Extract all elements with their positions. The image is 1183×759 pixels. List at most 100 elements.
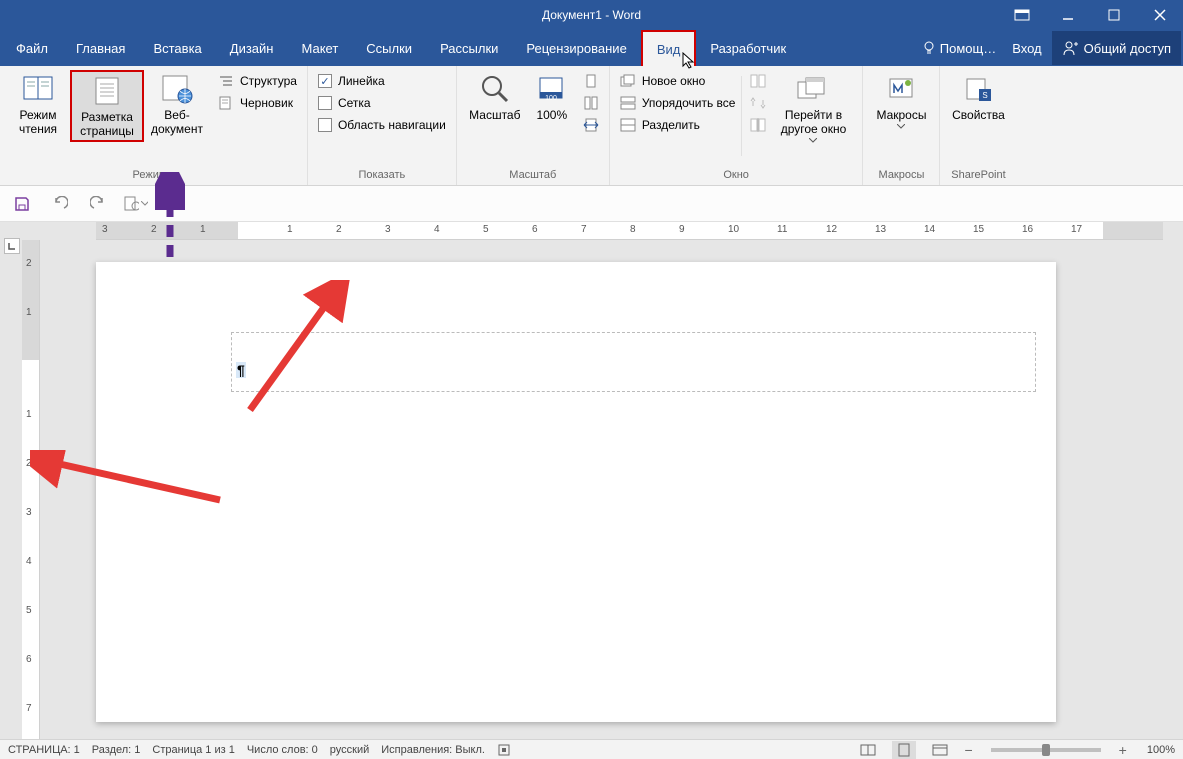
document-page[interactable]: ¶ bbox=[96, 262, 1056, 722]
tell-me-box[interactable]: Помощ… bbox=[916, 41, 1002, 56]
minimize-button[interactable] bbox=[1045, 0, 1091, 30]
group-macros: Макросы Макросы bbox=[863, 66, 940, 185]
side-by-side-button[interactable] bbox=[746, 70, 770, 92]
hundred-percent-button[interactable]: 100 100% bbox=[527, 70, 577, 124]
arrange-icon bbox=[620, 95, 636, 111]
redo-button[interactable] bbox=[86, 192, 110, 216]
multi-page-button[interactable] bbox=[579, 92, 603, 114]
tab-insert[interactable]: Вставка bbox=[139, 30, 215, 66]
paragraph-mark: ¶ bbox=[236, 362, 246, 378]
tab-view-label: Вид bbox=[657, 42, 681, 57]
qat-customize-button[interactable] bbox=[124, 192, 148, 216]
switch-windows-label: Перейти в другое окно bbox=[772, 108, 854, 136]
web-layout-button[interactable]: Веб-документ bbox=[144, 70, 210, 138]
web-layout-view[interactable] bbox=[928, 741, 952, 759]
status-track-changes[interactable]: Исправления: Выкл. bbox=[381, 744, 485, 756]
checkbox-icon bbox=[318, 118, 332, 132]
person-plus-icon bbox=[1062, 40, 1078, 56]
print-layout-button[interactable]: Разметка страницы bbox=[70, 70, 144, 142]
sharepoint-group-label: SharePoint bbox=[946, 167, 1010, 183]
share-button[interactable]: Общий доступ bbox=[1052, 31, 1181, 65]
zoom-slider[interactable] bbox=[991, 748, 1101, 752]
zoom-group-label: Масштаб bbox=[463, 167, 603, 183]
zoom-level[interactable]: 100% bbox=[1147, 744, 1175, 756]
lightbulb-icon bbox=[922, 41, 936, 55]
web-layout-label: Веб-документ bbox=[146, 108, 208, 136]
status-words[interactable]: Число слов: 0 bbox=[247, 744, 318, 756]
tab-design[interactable]: Дизайн bbox=[216, 30, 288, 66]
status-language[interactable]: русский bbox=[330, 744, 369, 756]
read-mode-button[interactable]: Режим чтения bbox=[6, 70, 70, 138]
split-button[interactable]: Разделить bbox=[616, 114, 740, 136]
side-by-side-icon bbox=[750, 73, 766, 89]
header-area[interactable] bbox=[231, 332, 1036, 392]
tab-selector[interactable] bbox=[4, 238, 20, 254]
chevron-down-icon bbox=[809, 138, 817, 143]
page-width-button[interactable] bbox=[579, 114, 603, 136]
undo-button[interactable] bbox=[48, 192, 72, 216]
group-window: Новое окно Упорядочить все Разделить bbox=[610, 66, 864, 185]
vertical-ruler[interactable]: 211234567 bbox=[22, 240, 40, 739]
new-window-label: Новое окно bbox=[642, 74, 706, 88]
read-mode-view[interactable] bbox=[856, 741, 880, 759]
web-layout-icon bbox=[160, 72, 194, 106]
new-window-button[interactable]: Новое окно bbox=[616, 70, 740, 92]
group-show: ✓ Линейка Сетка Область навигации Показа… bbox=[308, 66, 457, 185]
arrange-all-button[interactable]: Упорядочить все bbox=[616, 92, 740, 114]
ribbon-tabs: Файл Главная Вставка Дизайн Макет Ссылки… bbox=[0, 30, 1183, 66]
zoom-button[interactable]: Масштаб bbox=[463, 70, 527, 124]
save-icon bbox=[14, 196, 30, 212]
status-page-of[interactable]: Страница 1 из 1 bbox=[152, 744, 234, 756]
svg-text:S: S bbox=[983, 91, 988, 100]
multi-page-icon bbox=[583, 95, 599, 111]
outline-icon bbox=[218, 73, 234, 89]
quick-access-toolbar bbox=[0, 186, 1183, 222]
save-button[interactable] bbox=[10, 192, 34, 216]
window-group-label: Окно bbox=[616, 167, 857, 183]
tab-layout[interactable]: Макет bbox=[287, 30, 352, 66]
hundred-label: 100% bbox=[536, 108, 567, 122]
tab-developer[interactable]: Разработчик bbox=[696, 30, 800, 66]
print-layout-view[interactable] bbox=[892, 741, 916, 759]
tab-references[interactable]: Ссылки bbox=[352, 30, 426, 66]
svg-text:100: 100 bbox=[545, 95, 557, 102]
properties-button[interactable]: S Свойства bbox=[946, 70, 1010, 124]
navigation-pane-checkbox[interactable]: Область навигации bbox=[314, 114, 450, 136]
ribbon-display-options[interactable] bbox=[999, 0, 1045, 30]
horizontal-ruler[interactable]: 3211234567891011121314151617 bbox=[96, 222, 1163, 240]
maximize-button[interactable] bbox=[1091, 0, 1137, 30]
new-window-icon bbox=[620, 73, 636, 89]
sign-in[interactable]: Вход bbox=[1006, 41, 1047, 56]
draft-button[interactable]: Черновик bbox=[214, 92, 301, 114]
tab-home[interactable]: Главная bbox=[62, 30, 139, 66]
switch-windows-button[interactable]: Перейти в другое окно bbox=[770, 70, 856, 145]
properties-label: Свойства bbox=[952, 108, 1005, 122]
tab-file[interactable]: Файл bbox=[2, 30, 62, 66]
tab-view[interactable]: Вид bbox=[641, 30, 697, 66]
status-section[interactable]: Раздел: 1 bbox=[92, 744, 141, 756]
read-mode-label: Режим чтения bbox=[8, 108, 68, 136]
tab-review[interactable]: Рецензирование bbox=[512, 30, 640, 66]
tab-mailings[interactable]: Рассылки bbox=[426, 30, 512, 66]
document-area: 3211234567891011121314151617 211234567 ¶ bbox=[0, 222, 1183, 739]
ruler-checkbox[interactable]: ✓ Линейка bbox=[314, 70, 450, 92]
page-magnifier-icon bbox=[124, 196, 139, 212]
split-icon bbox=[620, 117, 636, 133]
ribbon: Режим чтения Разметка страницы Веб-докум… bbox=[0, 66, 1183, 186]
zoom-in-button[interactable]: + bbox=[1119, 742, 1127, 758]
macros-button[interactable]: Макросы bbox=[869, 70, 933, 131]
gridlines-checkbox[interactable]: Сетка bbox=[314, 92, 450, 114]
status-page[interactable]: СТРАНИЦА: 1 bbox=[8, 744, 80, 756]
outline-button[interactable]: Структура bbox=[214, 70, 301, 92]
macro-record-icon[interactable] bbox=[497, 743, 511, 757]
one-page-button[interactable] bbox=[579, 70, 603, 92]
checkbox-checked-icon: ✓ bbox=[318, 74, 332, 88]
one-page-icon bbox=[583, 73, 599, 89]
reset-window-button[interactable] bbox=[746, 114, 770, 136]
group-zoom: Масштаб 100 100% Масштаб bbox=[457, 66, 610, 185]
magnifier-icon bbox=[478, 72, 512, 106]
zoom-out-button[interactable]: − bbox=[964, 742, 972, 758]
sync-scroll-button[interactable] bbox=[746, 92, 770, 114]
ruler-label: Линейка bbox=[338, 74, 385, 88]
close-button[interactable] bbox=[1137, 0, 1183, 30]
